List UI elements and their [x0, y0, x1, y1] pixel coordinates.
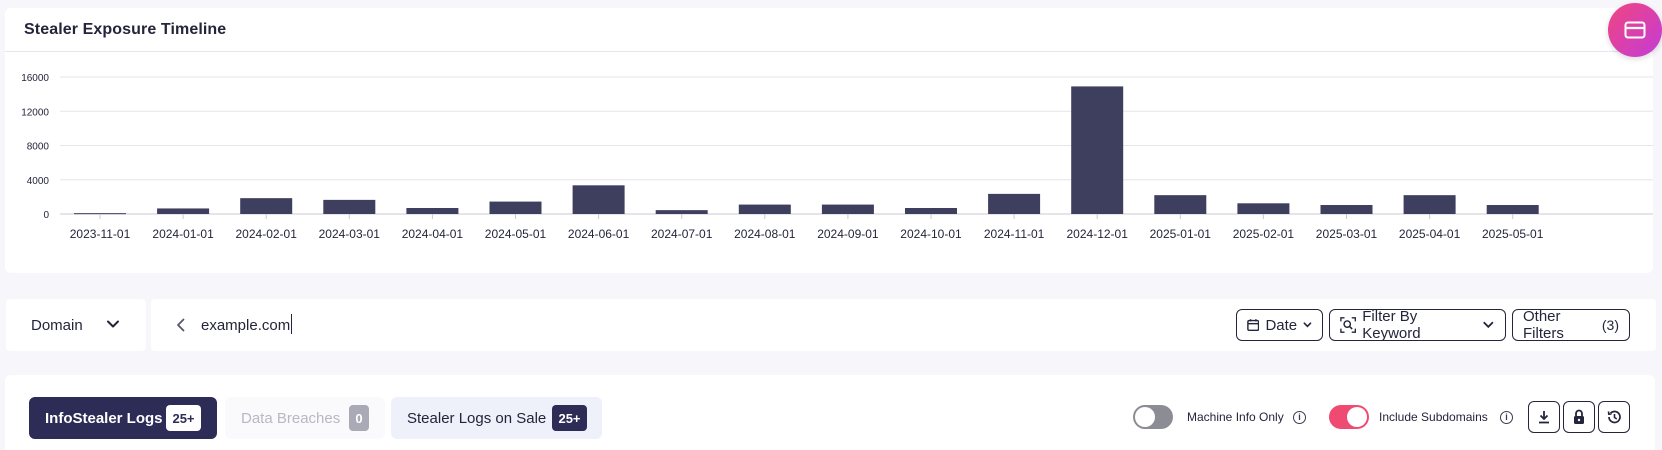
chevron-down-icon: [1483, 321, 1494, 329]
bar-2024-06-01[interactable]: [572, 185, 625, 214]
bar-2023-11-01[interactable]: [74, 213, 126, 215]
x-tick-label: 2024-01-01: [152, 227, 214, 241]
y-tick-label: 16000: [21, 73, 49, 84]
toggle-knob: [1347, 407, 1367, 427]
x-tick-label: 2024-07-01: [651, 227, 713, 241]
x-tick-label: 2025-05-01: [1482, 227, 1544, 241]
domain-select-label: Domain: [31, 316, 83, 334]
info-icon[interactable]: i: [1500, 411, 1513, 424]
other-filters-label: Other Filters: [1523, 308, 1564, 342]
search-input[interactable]: [201, 313, 701, 337]
calendar-icon: [1247, 319, 1260, 332]
include-subdomains-toggle[interactable]: [1329, 405, 1369, 429]
fab-button[interactable]: [1608, 3, 1662, 57]
x-tick-label: 2024-03-01: [319, 227, 381, 241]
tab-count-badge: 25+: [166, 405, 201, 431]
bar-2024-01-01[interactable]: [157, 208, 210, 214]
x-tick-label: 2024-10-01: [900, 227, 962, 241]
card-icon: [1624, 21, 1646, 39]
lock-icon: [1574, 409, 1584, 424]
history-icon: [1607, 410, 1621, 424]
keyword-filter-button[interactable]: Filter By Keyword: [1329, 308, 1506, 342]
bar-2025-02-01[interactable]: [1237, 203, 1290, 214]
bar-2024-08-01[interactable]: [738, 204, 791, 214]
bar-2024-05-01[interactable]: [489, 201, 542, 214]
tab-label: InfoStealer Logs: [45, 409, 163, 427]
x-tick-label: 2025-04-01: [1399, 227, 1461, 241]
tab-label: Data Breaches: [241, 409, 341, 427]
text-caret: [291, 314, 292, 334]
chevron-down-icon: [107, 320, 119, 328]
bar-2024-07-01[interactable]: [655, 210, 708, 214]
chevron-left-icon[interactable]: [173, 317, 189, 333]
x-tick-label: 2024-06-01: [568, 227, 630, 241]
info-icon[interactable]: i: [1293, 411, 1306, 424]
x-tick-label: 2024-05-01: [485, 227, 547, 241]
date-filter-label: Date: [1265, 316, 1298, 334]
bar-2025-05-01[interactable]: [1486, 205, 1539, 214]
search-filter-icon: [1340, 317, 1357, 333]
x-tick-label: 2024-08-01: [734, 227, 796, 241]
bar-2024-02-01[interactable]: [240, 198, 293, 214]
tab-label: Stealer Logs on Sale: [407, 409, 547, 427]
history-button[interactable]: [1598, 401, 1630, 433]
download-button[interactable]: [1528, 401, 1560, 433]
keyword-filter-label: Filter By Keyword: [1362, 308, 1421, 342]
x-tick-label: 2024-09-01: [817, 227, 879, 241]
y-tick-label: 4000: [27, 176, 50, 187]
machine-info-label: Machine Info Only: [1187, 410, 1284, 424]
filter-bar: Domain Date: [6, 299, 1656, 351]
x-tick-label: 2024-12-01: [1067, 227, 1129, 241]
tab-data-breaches[interactable]: Data Breaches 0: [225, 397, 385, 439]
bar-2025-01-01[interactable]: [1154, 195, 1207, 214]
tab-infostealer-logs[interactable]: InfoStealer Logs 25+: [29, 397, 217, 439]
x-tick-label: 2023-11-01: [70, 227, 131, 241]
lock-button[interactable]: [1563, 401, 1595, 433]
y-tick-label: 0: [43, 210, 49, 221]
bar-2024-11-01[interactable]: [988, 193, 1041, 214]
x-tick-label: 2024-11-01: [984, 227, 1045, 241]
stealer-timeline-chart: 0 4000 8000 12000 16000 2023-11-01 2024-01-01 2…: [21, 73, 1653, 241]
bar-2024-03-01[interactable]: [323, 199, 376, 214]
date-filter-button[interactable]: Date: [1236, 309, 1323, 341]
include-subdomains-label: Include Subdomains: [1379, 410, 1488, 424]
y-tick-label: 8000: [27, 142, 50, 153]
x-tick-label: 2024-02-01: [236, 227, 298, 241]
x-tick-label: 2025-03-01: [1316, 227, 1378, 241]
bar-2024-12-01[interactable]: [1071, 86, 1124, 214]
x-tick-label: 2024-04-01: [402, 227, 464, 241]
tab-count-badge: 0: [349, 405, 369, 431]
x-tick-label: 2025-01-01: [1150, 227, 1212, 241]
x-tick-label: 2025-02-01: [1233, 227, 1295, 241]
bar-2025-04-01[interactable]: [1403, 195, 1456, 214]
y-tick-label: 12000: [21, 107, 49, 118]
bar-2024-10-01[interactable]: [905, 208, 957, 214]
search-box: Date Filter By Keyword Other Filters (3): [151, 299, 1656, 351]
tab-count-badge: 25+: [552, 405, 587, 431]
bar-2024-09-01[interactable]: [821, 204, 874, 214]
other-filters-button[interactable]: Other Filters (3): [1512, 308, 1630, 342]
tab-stealer-logs-on-sale[interactable]: Stealer Logs on Sale 25+: [391, 397, 602, 439]
machine-info-toggle[interactable]: [1133, 405, 1173, 429]
domain-select[interactable]: Domain: [6, 299, 146, 351]
toggle-knob: [1135, 407, 1155, 427]
bar-2024-04-01[interactable]: [406, 208, 459, 214]
other-filters-count: (3): [1601, 317, 1619, 333]
download-icon: [1539, 411, 1549, 424]
bar-2025-03-01[interactable]: [1320, 205, 1373, 214]
chevron-down-icon: [1303, 322, 1312, 328]
results-tabs-card: InfoStealer Logs 25+ Data Breaches 0 Ste…: [5, 375, 1655, 450]
chart-card: Stealer Exposure Timeline 0 4000 8000 12000…: [5, 8, 1653, 273]
